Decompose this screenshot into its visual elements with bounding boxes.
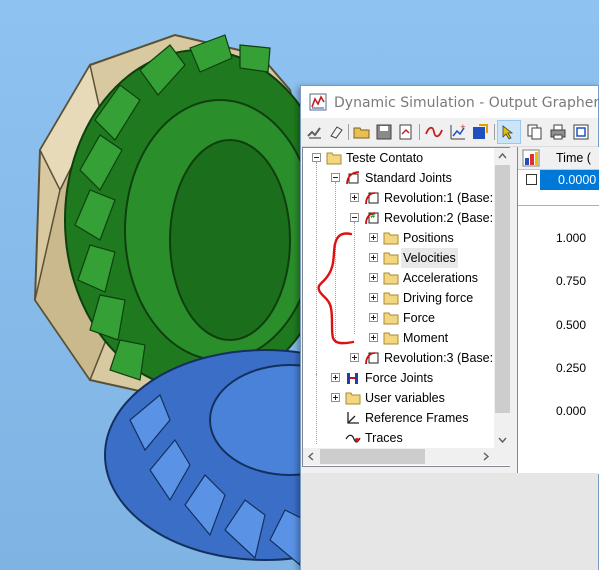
tree-label: Standard Joints [365, 171, 452, 185]
open-icon[interactable] [353, 123, 371, 141]
folder-icon [383, 232, 399, 245]
save-as-icon[interactable] [397, 123, 415, 141]
folder-icon [345, 392, 361, 405]
y-tick-label: 1.000 [556, 231, 587, 245]
tree-label: Velocities [401, 248, 458, 268]
folder-icon [383, 252, 399, 265]
expand-toggle[interactable] [369, 233, 378, 242]
expand-toggle[interactable] [350, 193, 359, 202]
save-icon[interactable] [375, 123, 393, 141]
grapher-app-icon [309, 93, 327, 111]
scroll-down-icon[interactable] [494, 431, 511, 448]
expand-toggle[interactable] [369, 253, 378, 262]
tree-label: Revolution:2 (Base: [384, 211, 494, 225]
tree-item-force-joints[interactable]: Force Joints [303, 368, 493, 388]
folder-icon [383, 292, 399, 305]
tree-label: Reference Frames [365, 411, 469, 425]
collapse-toggle[interactable] [312, 153, 321, 162]
tree-item-revolution-1[interactable]: Revolution:1 (Base: [303, 188, 493, 208]
expand-toggle[interactable] [331, 393, 340, 402]
trace-icon [345, 434, 361, 443]
expand-toggle[interactable] [369, 313, 378, 322]
expand-toggle[interactable] [350, 353, 359, 362]
revolution-joint-icon [365, 352, 379, 365]
tree-label: Revolution:3 (Base: [384, 351, 494, 365]
grid-header: Time ( [518, 147, 599, 170]
collapse-toggle[interactable] [331, 173, 340, 182]
window-bottom-area [301, 473, 598, 570]
tree-label: Driving force [403, 291, 474, 305]
svg-text:#: # [370, 212, 376, 220]
copy-icon[interactable] [526, 123, 544, 141]
tree-item-user-variables[interactable]: User variables [303, 388, 493, 408]
zoom-icon[interactable] [572, 123, 590, 141]
tree-label: Positions [403, 231, 454, 245]
expand-toggle[interactable] [369, 333, 378, 342]
tree-item-reference-frames[interactable]: Reference Frames [303, 408, 493, 428]
tree-label: Accelerations [403, 271, 479, 285]
y-tick-label: 0.250 [556, 361, 587, 375]
tree-label: Revolution:1 (Base: [384, 191, 494, 205]
scrollbar-corner [494, 448, 511, 465]
title-bar[interactable]: Dynamic Simulation - Output Grapher [301, 86, 599, 118]
output-grapher-window[interactable]: Dynamic Simulation - Output Grapher + Te… [300, 85, 599, 570]
table-row[interactable]: 0.0000 [518, 169, 599, 191]
scroll-up-icon[interactable] [494, 148, 511, 165]
toolbar-separator [494, 124, 495, 140]
joint-icon [346, 171, 360, 185]
force-joint-icon [347, 373, 358, 384]
svg-text:+: + [460, 123, 466, 131]
expand-toggle[interactable] [369, 273, 378, 282]
graph-area[interactable]: 1.000 0.750 0.500 0.250 0.000 [518, 205, 599, 474]
tree-item-traces[interactable]: Traces [303, 428, 493, 448]
pane-splitter[interactable] [510, 147, 517, 473]
window-title: Dynamic Simulation - Output Grapher [334, 95, 599, 111]
data-grid-pane[interactable]: Time ( 0.0000 1.000 0.750 0.500 0.250 0.… [517, 147, 599, 474]
folder-icon [326, 152, 342, 165]
scroll-thumb[interactable] [495, 165, 510, 413]
folder-icon [383, 312, 399, 325]
curve-icon[interactable] [425, 123, 443, 141]
time-column-header[interactable]: Time ( [556, 151, 591, 165]
cursor-icon[interactable] [497, 120, 521, 144]
toolbar-separator [348, 124, 349, 140]
revolution-joint-icon: # [365, 212, 379, 225]
scroll-left-icon[interactable] [303, 448, 320, 465]
folder-icon [383, 272, 399, 285]
toolbar-separator [419, 124, 420, 140]
print-icon[interactable] [549, 123, 567, 141]
scroll-right-icon[interactable] [477, 448, 494, 465]
tree-label: Teste Contato [346, 151, 424, 165]
expand-toggle[interactable] [331, 373, 340, 382]
tree-label: User variables [365, 391, 445, 405]
folder-icon [383, 332, 399, 345]
grid-select-all-icon[interactable] [522, 149, 540, 167]
collapse-toggle[interactable] [350, 213, 359, 222]
time-cell[interactable]: 0.0000 [540, 170, 599, 190]
y-tick-label: 0.000 [556, 404, 587, 418]
y-tick-label: 0.750 [556, 274, 587, 288]
export-icon[interactable] [471, 123, 489, 141]
tree-label: Traces [365, 431, 403, 445]
add-variable-icon[interactable]: + [449, 123, 467, 141]
tree-label: Force [403, 311, 435, 325]
expand-toggle[interactable] [369, 293, 378, 302]
tree-item-root[interactable]: Teste Contato [303, 148, 493, 168]
erase-icon[interactable] [327, 123, 345, 141]
tree-item-revolution-2[interactable]: # Revolution:2 (Base: [303, 208, 493, 228]
y-tick-label: 0.500 [556, 318, 587, 332]
tree-label: Force Joints [365, 371, 434, 385]
import-icon[interactable] [306, 123, 324, 141]
red-annotation-bracket [317, 232, 355, 345]
reference-frame-icon [347, 412, 359, 424]
tree-item-standard-joints[interactable]: Standard Joints [303, 168, 493, 188]
tree-label: Moment [403, 331, 449, 345]
tree-vertical-scrollbar[interactable] [494, 148, 511, 448]
row-checkbox[interactable] [526, 174, 537, 185]
revolution-joint-icon [365, 192, 379, 205]
tree-horizontal-scrollbar[interactable] [303, 448, 494, 465]
scroll-thumb[interactable] [320, 449, 425, 464]
toolbar: + [301, 118, 598, 147]
